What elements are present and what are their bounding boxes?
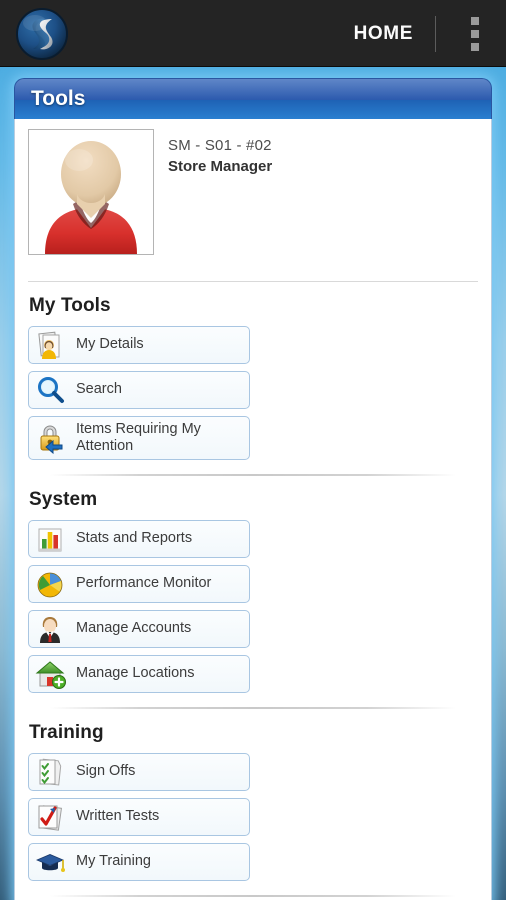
tile-label: Written Tests bbox=[76, 808, 160, 825]
page-title: Tools bbox=[31, 87, 86, 110]
tile-performance-monitor[interactable]: Performance Monitor bbox=[28, 565, 250, 603]
bar-chart-icon bbox=[34, 523, 66, 555]
top-action-bar: HOME bbox=[0, 0, 506, 67]
section-divider bbox=[50, 474, 456, 476]
tile-written-tests[interactable]: Written Tests bbox=[28, 798, 250, 836]
tile-search[interactable]: Search bbox=[28, 371, 250, 409]
tile-manage-locations[interactable]: Manage Locations bbox=[28, 655, 250, 693]
tools-panel: Tools SM - S01 - #02 Store Manager My To… bbox=[14, 78, 492, 900]
tile-label: Search bbox=[76, 381, 122, 398]
overflow-dot bbox=[471, 42, 479, 51]
tile-label: Items Requiring My Attention bbox=[76, 420, 201, 454]
panel-body: SM - S01 - #02 Store Manager My Tools My … bbox=[14, 119, 492, 900]
tile-label: My Details bbox=[76, 336, 144, 353]
section-title: Training bbox=[29, 722, 104, 743]
profile-role: Store Manager bbox=[168, 158, 273, 176]
tile-label: Stats and Reports bbox=[76, 530, 193, 547]
home-title: HOME bbox=[353, 22, 413, 44]
business-person-icon bbox=[34, 613, 66, 645]
graduation-cap-icon bbox=[34, 846, 66, 878]
profile-divider bbox=[28, 281, 478, 282]
tile-label: Manage Accounts bbox=[76, 620, 192, 637]
house-plus-icon bbox=[34, 658, 66, 690]
tile-grid: Stats and Reports Performance Monitor Mana… bbox=[28, 520, 478, 693]
tile-stats-and-reports[interactable]: Stats and Reports bbox=[28, 520, 250, 558]
magnifier-icon bbox=[34, 374, 66, 406]
user-documents-icon bbox=[34, 329, 66, 361]
tile-grid: Sign Offs Written Tests My Training bbox=[28, 753, 478, 881]
sections-container: My Tools My Details Search Items Requiring … bbox=[28, 295, 478, 900]
profile-section: SM - S01 - #02 Store Manager bbox=[28, 119, 478, 267]
panel-header: Tools bbox=[14, 78, 492, 119]
section-title: My Tools bbox=[29, 295, 111, 316]
checklist-icon bbox=[34, 756, 66, 788]
overflow-dot bbox=[471, 16, 479, 25]
company-logo-icon[interactable] bbox=[14, 6, 70, 62]
overflow-menu-icon[interactable] bbox=[458, 11, 492, 57]
profile-id: SM - S01 - #02 bbox=[168, 137, 272, 154]
avatar[interactable] bbox=[28, 129, 154, 255]
tile-label: My Training bbox=[76, 853, 151, 870]
tile-label: Sign Offs bbox=[76, 763, 136, 780]
tile-grid: My Details Search Items Requiring My Atten… bbox=[28, 326, 478, 460]
tile-sign-offs[interactable]: Sign Offs bbox=[28, 753, 250, 791]
profile-meta: SM - S01 - #02 Store Manager bbox=[154, 129, 272, 267]
tile-my-details[interactable]: My Details bbox=[28, 326, 250, 364]
topbar-divider bbox=[435, 15, 436, 52]
padlock-arrow-icon bbox=[34, 422, 66, 454]
section-title: System bbox=[29, 489, 98, 510]
tile-label: Manage Locations bbox=[76, 665, 195, 682]
tile-my-training[interactable]: My Training bbox=[28, 843, 250, 881]
section-divider bbox=[50, 895, 456, 897]
tile-label: Performance Monitor bbox=[76, 575, 212, 592]
tile-items-requiring-my-attention[interactable]: Items Requiring My Attention bbox=[28, 416, 250, 460]
pie-chart-icon bbox=[34, 568, 66, 600]
checkmark-paper-icon bbox=[34, 801, 66, 833]
app-root: HOME Tools SM - S01 - #02 Store Manager … bbox=[0, 0, 506, 900]
section-divider bbox=[50, 707, 456, 709]
tile-manage-accounts[interactable]: Manage Accounts bbox=[28, 610, 250, 648]
overflow-dot bbox=[471, 29, 479, 38]
